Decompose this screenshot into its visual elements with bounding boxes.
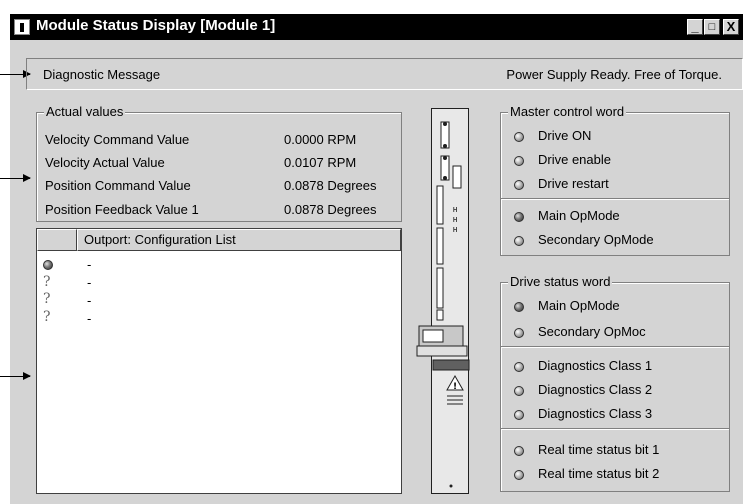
master-control-word-title: Master control word: [508, 104, 627, 119]
drive-module-graphic: H H H !: [416, 121, 470, 488]
diagnostics-class-2-led-icon: [514, 386, 524, 396]
real-time-bit-2-led-icon: [514, 470, 524, 480]
svg-text:H: H: [453, 226, 457, 234]
diagnostic-label: Diagnostic Message: [43, 67, 161, 82]
drive-on-label: Drive ON: [538, 128, 592, 143]
minimize-button[interactable]: _: [687, 19, 703, 35]
list-item-text: -: [87, 311, 92, 326]
callout-arrow: [0, 372, 31, 380]
drive-on-led-icon: [514, 132, 524, 142]
velocity-actual-value: 0.0107 RPM: [284, 155, 357, 170]
main-opmode-label: Main OpMode: [538, 208, 620, 223]
window-title: Module Status Display [Module 1]: [36, 17, 276, 34]
svg-text:H: H: [453, 216, 457, 224]
svg-text:H: H: [453, 206, 457, 214]
list-item-text: -: [87, 275, 92, 290]
status-secondary-opmode-led-icon: [514, 328, 524, 338]
question-icon: ?: [43, 309, 51, 325]
real-time-bit-2-label: Real time status bit 2: [538, 466, 660, 481]
led-on-icon: [43, 260, 53, 270]
position-command-value: 0.0878 Degrees: [284, 178, 377, 193]
diagnostic-message-panel: Diagnostic Message Power Supply Ready. F…: [26, 58, 743, 90]
drive-enable-led-icon: [514, 156, 524, 166]
group-separator: [501, 198, 729, 200]
maximize-button[interactable]: □: [704, 19, 720, 35]
real-time-bit-1-label: Real time status bit 1: [538, 442, 660, 457]
title-bar[interactable]: Module Status Display [Module 1] _ □ X: [10, 14, 743, 40]
group-separator: [501, 428, 729, 430]
position-feedback-label: Position Feedback Value 1: [45, 202, 199, 217]
list-item-text: -: [87, 293, 92, 308]
actual-values-title: Actual values: [44, 104, 126, 119]
group-separator: [501, 346, 729, 348]
list-header-outport[interactable]: Outport: Configuration List: [77, 229, 401, 251]
list-item[interactable]: [43, 260, 53, 270]
diagnostic-value: Power Supply Ready. Free of Torque.: [506, 67, 722, 82]
secondary-opmode-label: Secondary OpMode: [538, 232, 654, 247]
question-icon: ?: [43, 291, 51, 307]
drive-restart-label: Drive restart: [538, 176, 609, 191]
diagnostics-class-1-led-icon: [514, 362, 524, 372]
drive-restart-led-icon: [514, 180, 524, 190]
svg-text:!: !: [453, 382, 457, 392]
drive-enable-label: Drive enable: [538, 152, 611, 167]
real-time-bit-1-led-icon: [514, 446, 524, 456]
list-item-text: -: [87, 257, 92, 272]
drive-status-word-title: Drive status word: [508, 274, 613, 289]
diagnostics-class-3-label: Diagnostics Class 3: [538, 406, 653, 421]
position-feedback-value: 0.0878 Degrees: [284, 202, 377, 217]
close-button[interactable]: X: [723, 19, 739, 35]
velocity-command-value: 0.0000 RPM: [284, 132, 357, 147]
callout-arrow: [0, 174, 31, 182]
velocity-command-label: Velocity Command Value: [45, 132, 190, 147]
list-header-label: Outport: Configuration List: [84, 232, 236, 247]
diagnostics-class-1-label: Diagnostics Class 1: [538, 358, 653, 373]
status-secondary-opmode-label: Secondary OpMoc: [538, 324, 646, 339]
app-icon[interactable]: [14, 19, 30, 35]
diagnostics-class-3-led-icon: [514, 410, 524, 420]
question-icon: ?: [43, 274, 51, 290]
velocity-actual-label: Velocity Actual Value: [45, 155, 165, 170]
secondary-opmode-led-icon: [514, 236, 524, 246]
configuration-list[interactable]: Outport: Configuration List - ? - ? - ? …: [36, 228, 402, 494]
position-command-label: Position Command Value: [45, 178, 191, 193]
list-header-icon-column[interactable]: [37, 229, 77, 251]
main-opmode-led-icon: [514, 212, 524, 222]
diagnostics-class-2-label: Diagnostics Class 2: [538, 382, 653, 397]
status-main-opmode-label: Main OpMode: [538, 298, 620, 313]
status-main-opmode-led-icon: [514, 302, 524, 312]
